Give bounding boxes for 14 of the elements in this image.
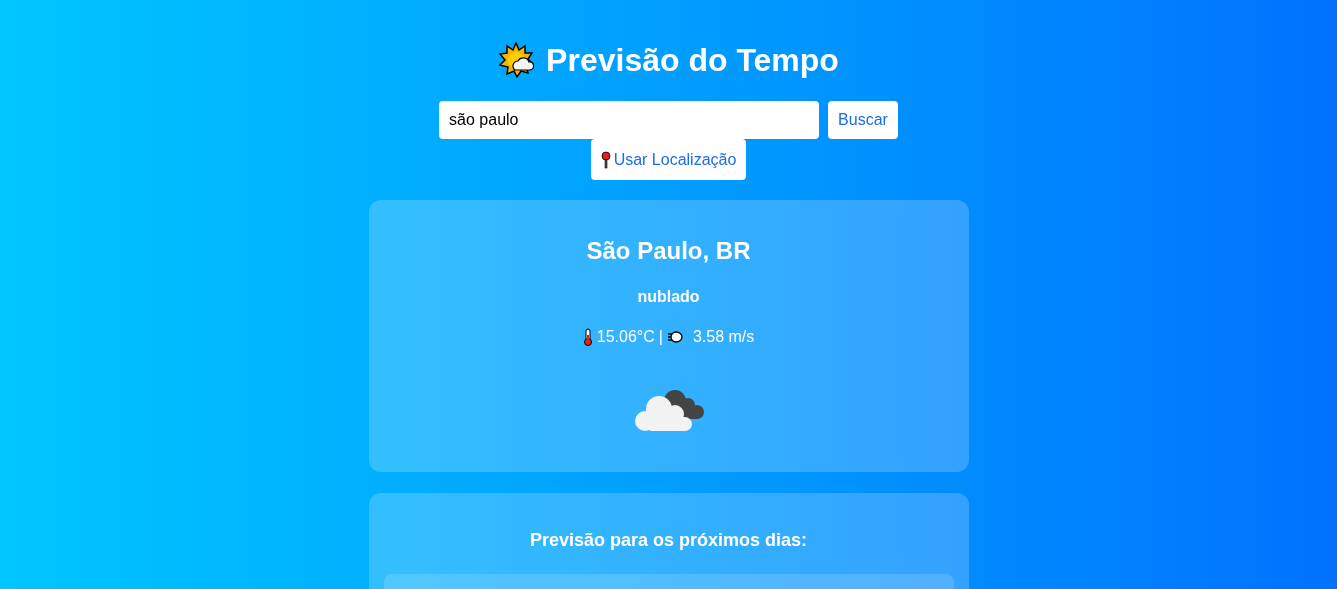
search-button[interactable]: Buscar xyxy=(828,101,898,139)
thermometer-icon xyxy=(582,328,593,346)
city-name: São Paulo, BR xyxy=(586,236,751,266)
forecast-heading: Previsão para os próximos dias: xyxy=(529,529,808,552)
cloud-icon xyxy=(632,387,705,433)
pin-icon xyxy=(600,150,611,169)
location-button[interactable]: Usar Localização xyxy=(590,139,747,180)
weather-description: nublado xyxy=(637,287,700,307)
sun-cloud-icon xyxy=(498,42,535,78)
separator: | xyxy=(658,327,663,347)
temperature: 15.06°C xyxy=(596,327,655,347)
search-field[interactable]: são paulo xyxy=(439,101,820,139)
wind-speed: 3.58 m/s xyxy=(692,327,755,347)
page-title: Previsão do Tempo xyxy=(546,41,839,80)
